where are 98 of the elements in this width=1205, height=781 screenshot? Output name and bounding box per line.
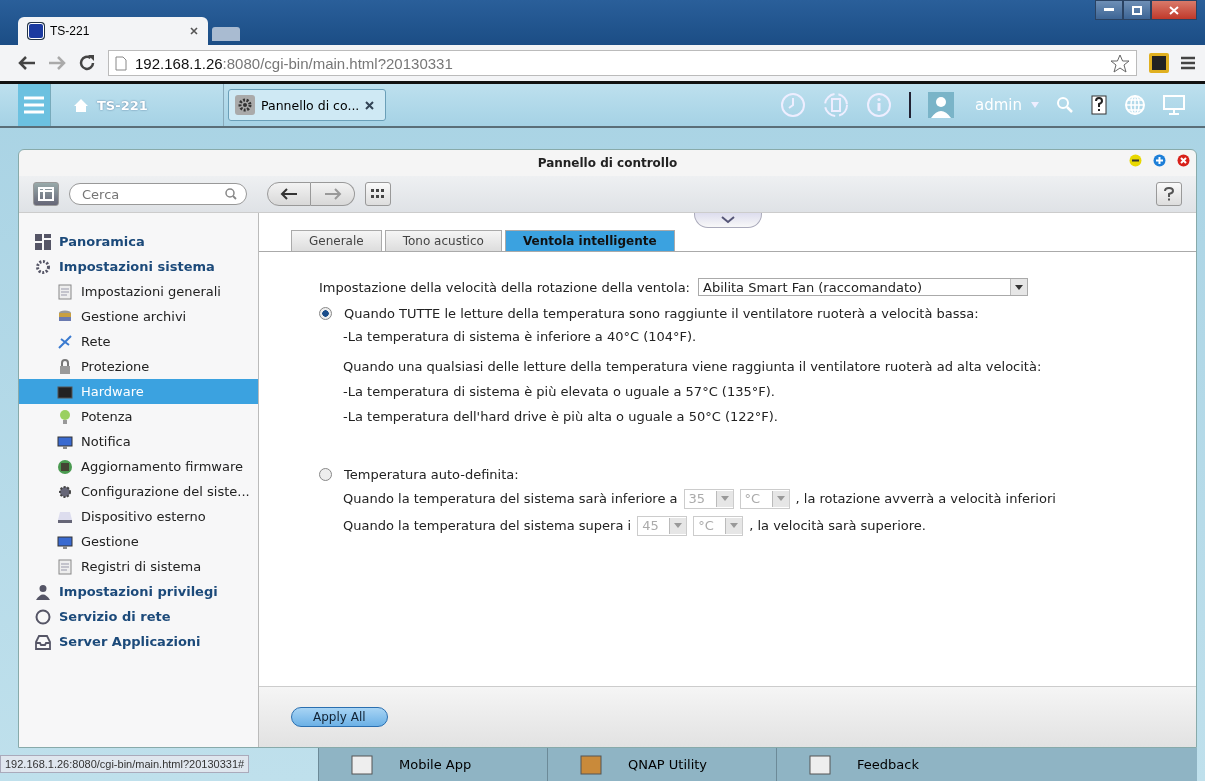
question-mark-icon: [1164, 187, 1174, 201]
condition-text: , la rotazione avverrà a velocità inferiori: [795, 491, 1056, 506]
condition-text: Quando la temperatura del sistema supera i: [343, 518, 632, 533]
extension-icon[interactable]: [1149, 53, 1169, 73]
maximize-icon[interactable]: [1153, 154, 1166, 167]
menu-icon: [23, 96, 45, 114]
fan-speed-dropdown[interactable]: Abilita Smart Fan (raccomandato): [698, 278, 1028, 296]
maximize-button[interactable]: [1123, 0, 1151, 20]
maximize-icon: [1132, 5, 1142, 15]
hardware-icon: [57, 383, 73, 400]
condition-text: -La temperatura dell'hard drive è più alta o uguale a 50°C (122°F).: [343, 408, 779, 426]
shortcut-icon: [809, 754, 831, 775]
collapse-handle[interactable]: [694, 213, 762, 228]
caret-icon: [715, 490, 733, 507]
tab[interactable]: Ventola intelligente: [504, 230, 675, 251]
reload-icon[interactable]: [78, 54, 96, 72]
layout-toggle-button[interactable]: [33, 182, 59, 206]
option-label: Temperatura auto-definita:: [344, 466, 519, 482]
lock-icon: [57, 358, 73, 375]
sidebar-item[interactable]: Dispositivo esterno: [19, 504, 258, 529]
condition-text: Quando la temperatura del sistema sarà inferiore a: [343, 491, 678, 506]
user-icon: [35, 583, 51, 600]
sidebar-item[interactable]: Registri di sistema: [19, 554, 258, 579]
caret-icon: [725, 517, 743, 534]
status-url: 192.168.1.26:8080/cgi-bin/main.html?20130331#: [0, 755, 250, 773]
radio-button[interactable]: [319, 306, 332, 320]
desktop-shortcut[interactable]: Feedback: [776, 748, 1005, 781]
tab[interactable]: Tono acustico: [384, 230, 502, 251]
caret-icon: [1010, 279, 1027, 295]
address-bar[interactable]: 192.168.1.26:8080/cgi-bin/main.html?20130331: [108, 50, 1137, 76]
tray-icon: [35, 633, 51, 650]
close-icon[interactable]: [1177, 154, 1190, 167]
sidebar-section[interactable]: Impostazioni privilegi: [19, 579, 258, 604]
desktop-shortcut[interactable]: Mobile App: [318, 748, 547, 781]
sidebar-item[interactable]: Aggiornamento firmware: [19, 454, 258, 479]
option-label: Quando TUTTE le letture della temperatura sono raggiunte il ventilatore ruoterà a velocità bassa:: [344, 305, 979, 321]
back-button[interactable]: [267, 182, 311, 206]
minimize-icon[interactable]: [1129, 154, 1142, 167]
search-field[interactable]: Cerca: [69, 183, 247, 205]
tab[interactable]: Generale: [291, 230, 382, 251]
bookmark-star-icon[interactable]: [1110, 53, 1130, 73]
monitor-icon: [57, 433, 73, 450]
caret-icon: [771, 490, 789, 507]
sidebar-item[interactable]: Potenza: [19, 404, 258, 429]
layout-icon: [38, 187, 54, 201]
window-title: Pannello di controllo: [537, 156, 678, 170]
help-book-icon[interactable]: [1091, 95, 1107, 115]
condition-text: -La temperatura di sistema è più elevata o uguale a 57°C (135°F).: [343, 383, 776, 401]
app-tab[interactable]: Pannello di co...: [228, 89, 386, 121]
monitor-icon: [57, 533, 73, 550]
sidebar-section[interactable]: Impostazioni sistema: [19, 254, 258, 279]
document-icon: [57, 558, 73, 575]
document-icon: [57, 283, 73, 300]
desktop-shortcut[interactable]: QNAP Utility: [547, 748, 776, 781]
fan-speed-label: Impostazione della velocità della rotazione della ventola:: [319, 279, 690, 295]
sidebar-section[interactable]: Server Applicazioni: [19, 629, 258, 654]
minimize-button[interactable]: [1095, 0, 1123, 20]
close-icon: [1169, 5, 1179, 15]
apply-all-button[interactable]: Apply All: [291, 707, 388, 727]
sidebar-item[interactable]: Gestione: [19, 529, 258, 554]
close-icon[interactable]: [365, 100, 375, 110]
minimize-icon: [1104, 8, 1114, 12]
close-button[interactable]: [1151, 0, 1197, 20]
sidebar-item[interactable]: Gestione archivi: [19, 304, 258, 329]
apps-grid-button[interactable]: [365, 182, 391, 206]
chip-icon: [57, 458, 73, 475]
sidebar-item[interactable]: Rete: [19, 329, 258, 354]
sidebar-section[interactable]: Servizio di rete: [19, 604, 258, 629]
gear-icon: [35, 258, 51, 275]
sidebar-item[interactable]: Configurazione del siste...: [19, 479, 258, 504]
condition-text: , la velocità sarà superiore.: [749, 518, 926, 533]
app-logo-icon: [28, 23, 44, 39]
sidebar-item[interactable]: Notifica: [19, 429, 258, 454]
sidebar-item[interactable]: Protezione: [19, 354, 258, 379]
gear-icon: [235, 95, 255, 115]
page-icon: [115, 55, 127, 71]
shortcut-icon: [351, 754, 373, 775]
menu-button[interactable]: [18, 84, 51, 126]
close-icon[interactable]: [190, 27, 198, 35]
browser-tab[interactable]: TS-221: [18, 17, 208, 45]
back-arrow-icon: [280, 188, 298, 200]
gear-icon: [57, 483, 73, 500]
condition-text: Quando una qualsiasi delle letture della temperatura viene raggiunta il ventilatore ruoterà ad alta velocità:: [343, 358, 1043, 376]
grid-icon: [371, 189, 385, 199]
shortcut-icon: [580, 754, 602, 775]
bulb-icon: [57, 408, 73, 425]
menu-icon[interactable]: [1181, 56, 1195, 70]
sidebar-item[interactable]: Impostazioni generali: [19, 279, 258, 304]
sidebar-section[interactable]: Panoramica: [19, 229, 258, 254]
help-button[interactable]: [1156, 182, 1182, 206]
condition-text: -La temperatura di sistema è inferiore a 40°C (104°F).: [343, 328, 698, 346]
radio-button[interactable]: [319, 467, 332, 481]
search-icon: [225, 188, 237, 200]
chevron-icon: [721, 216, 735, 224]
back-icon[interactable]: [18, 55, 36, 71]
grid-icon: [35, 233, 51, 250]
caret-icon: [669, 517, 687, 534]
forward-arrow-icon: [323, 188, 342, 200]
